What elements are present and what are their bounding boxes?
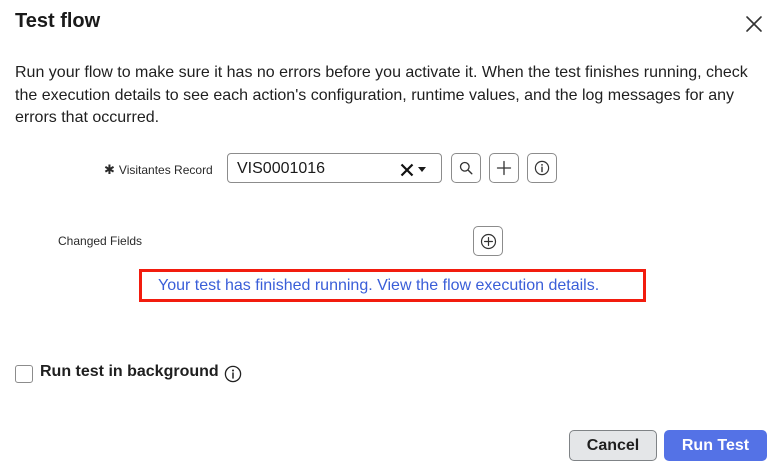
search-icon [459,161,473,175]
record-field-label-text: Visitantes Record [118,163,213,177]
run-in-background-checkbox[interactable] [15,365,33,383]
test-flow-dialog: Test flow Run your flow to make sure it … [0,0,784,472]
run-in-background-label: Run test in background [40,363,219,380]
record-reference-input[interactable]: VIS0001016 [227,153,442,183]
record-field-label: ✱ Visitantes Record [104,162,213,178]
close-button[interactable] [742,12,766,36]
dialog-title: Test flow [15,10,101,32]
clear-x-icon[interactable] [400,163,414,177]
cancel-button[interactable]: Cancel [569,430,657,461]
lookup-button[interactable] [451,153,481,183]
flow-execution-details-link[interactable]: Your test has finished running. View the… [158,277,599,295]
plus-icon [496,160,512,176]
close-icon [746,16,762,32]
preview-record-button[interactable] [527,153,557,183]
add-changed-field-button[interactable] [473,226,503,256]
required-marker: ✱ [104,162,115,177]
info-icon [534,160,550,176]
run-test-button[interactable]: Run Test [664,430,767,461]
dialog-description: Run your flow to make sure it has no err… [15,64,748,126]
caret-down-icon[interactable] [418,167,426,172]
changed-fields-label: Changed Fields [58,234,143,248]
info-icon[interactable] [224,365,242,383]
add-record-button[interactable] [489,153,519,183]
plus-circle-icon [480,233,496,249]
record-reference-value: VIS0001016 [237,160,326,177]
